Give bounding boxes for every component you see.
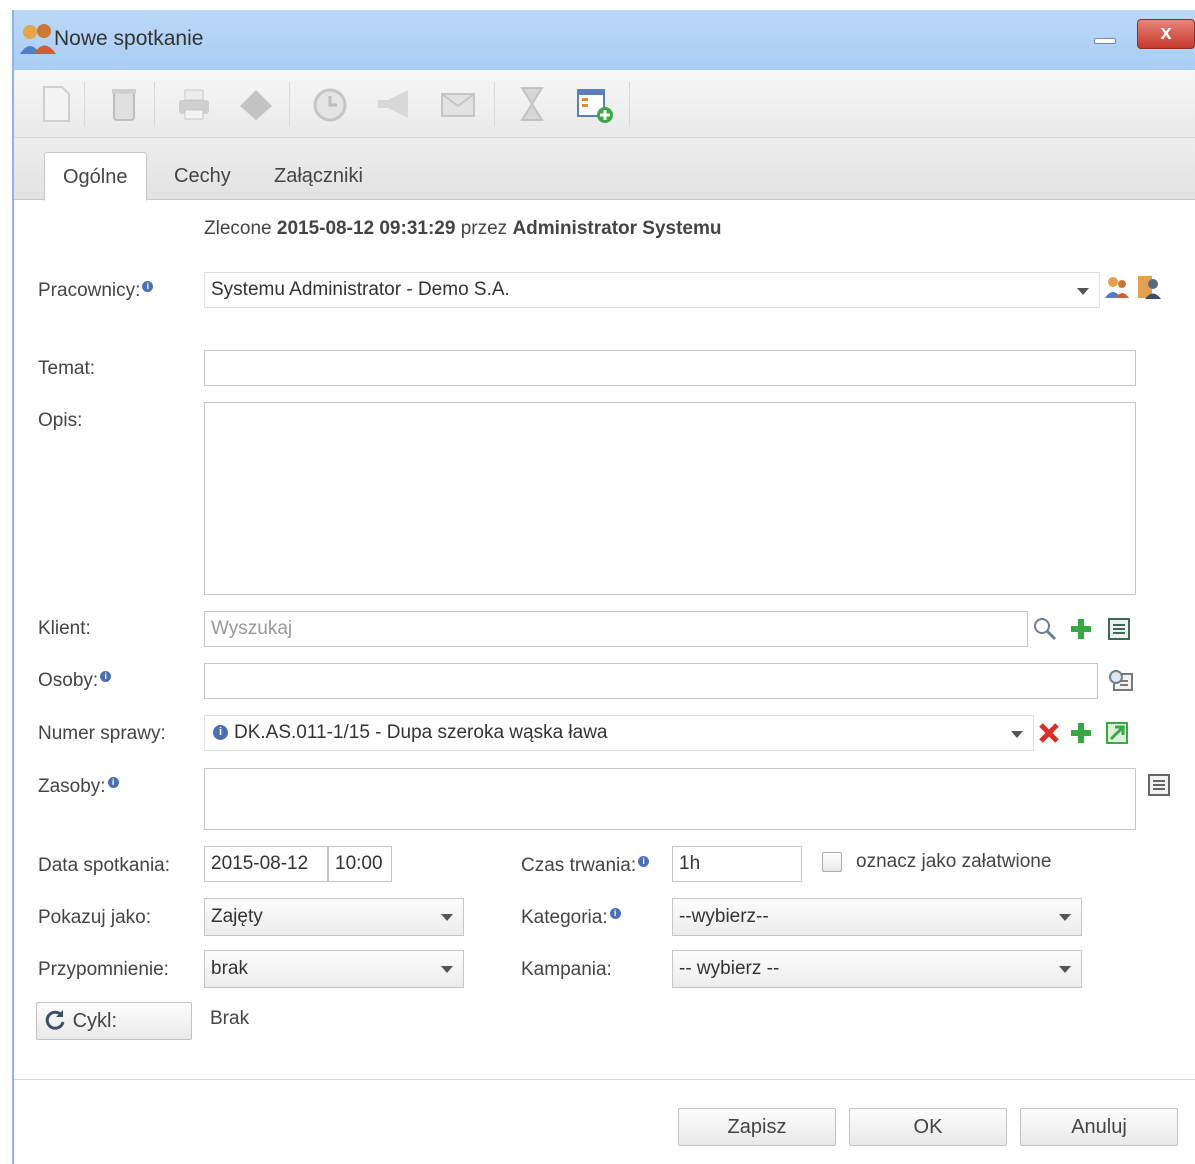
pokazuj-jako-label: Pokazuj jako: [38, 907, 152, 928]
numer-sprawy-label: Numer sprawy: [38, 723, 166, 744]
chevron-down-icon [1011, 731, 1023, 738]
people-icon [20, 24, 56, 54]
user-book-icon[interactable] [1136, 274, 1162, 300]
tab-ogolne[interactable]: Ogólne [44, 152, 147, 201]
cancel-button[interactable]: Anuluj [1020, 1108, 1178, 1146]
tab-bar: Ogólne Cechy Załączniki [14, 138, 1195, 201]
numer-sprawy-value: DK.AS.011-1/15 - Dupa szeroka wąska ława [234, 722, 608, 743]
select-user-icon[interactable] [1104, 274, 1130, 300]
campaign-select[interactable]: -- wybierz -- [672, 950, 1082, 988]
opis-textarea[interactable] [204, 402, 1136, 595]
numer-sprawy-select[interactable]: i DK.AS.011-1/15 - Dupa szeroka wąska ław… [204, 715, 1034, 751]
reminder-select[interactable]: brak [204, 950, 464, 988]
add-icon[interactable] [1068, 720, 1094, 746]
created-prefix: Zlecone [204, 218, 272, 239]
created-by-word: przez [460, 218, 508, 239]
przypomnienie-label: Przypomnienie: [38, 959, 169, 980]
data-spotkania-label: Data spotkania: [38, 855, 171, 876]
go-to-case-icon[interactable] [1104, 720, 1130, 746]
chevron-down-icon [1077, 288, 1089, 295]
klient-search-input[interactable]: Wyszukaj [204, 611, 1028, 647]
mail-icon[interactable] [438, 84, 478, 124]
kampania-label: Kampania: [521, 959, 612, 980]
title-bar: Nowe spotkanie x [14, 10, 1195, 70]
footer-divider [14, 1079, 1195, 1080]
print-icon[interactable] [174, 84, 214, 124]
info-icon: i [100, 670, 112, 682]
cycle-value: Brak [210, 1008, 250, 1029]
osoby-input[interactable] [204, 663, 1098, 699]
refresh-icon [45, 1009, 65, 1030]
date-input[interactable]: 2015-08-12 [204, 846, 328, 882]
kategoria-label: Kategoria: i [521, 907, 621, 929]
cycle-button[interactable]: Cykl: [36, 1002, 192, 1040]
ok-button[interactable]: OK [849, 1108, 1007, 1146]
czas-trwania-label: Czas trwania: i [521, 855, 650, 877]
opis-label: Opis: [38, 410, 83, 431]
alarm-clock-icon[interactable] [310, 84, 350, 124]
list-icon[interactable] [1106, 616, 1132, 642]
info-icon: i [107, 776, 119, 788]
export-icon[interactable] [236, 84, 276, 124]
show-as-select[interactable]: Zajęty [204, 898, 464, 936]
list-icon[interactable] [1146, 772, 1172, 798]
appointment-window: Nowe spotkanie x Ogólne Cechy Załączniki… [12, 10, 1195, 1164]
campaign-value: -- wybierz -- [679, 958, 780, 979]
cycle-button-label: Cykl: [72, 1010, 118, 1032]
pracownicy-select[interactable]: Systemu Administrator - Demo S.A. [204, 272, 1100, 308]
toolbar [14, 70, 1195, 138]
temat-label: Temat: [38, 358, 96, 379]
info-icon: i [609, 907, 621, 919]
tab-cechy[interactable]: Cechy [156, 152, 249, 200]
chevron-down-icon [441, 966, 453, 973]
created-author: Administrator Systemu [512, 218, 722, 239]
megaphone-icon[interactable] [374, 84, 414, 124]
new-document-icon[interactable] [36, 84, 76, 124]
remove-icon[interactable] [1036, 720, 1062, 746]
pracownicy-label: Pracownicy: i [38, 280, 154, 302]
add-window-icon[interactable] [574, 84, 614, 124]
hourglass-icon[interactable] [512, 84, 552, 124]
reminder-value: brak [211, 958, 248, 979]
show-as-value: Zajęty [211, 906, 263, 927]
chevron-down-icon [441, 914, 453, 921]
zasoby-label: Zasoby: i [38, 776, 119, 798]
mark-done-checkbox[interactable] [822, 852, 842, 872]
created-info: Zlecone 2015-08-12 09:31:29 przez Admini… [204, 218, 722, 240]
trash-icon[interactable] [104, 84, 144, 124]
pracownicy-value: Systemu Administrator - Demo S.A. [211, 279, 510, 300]
search-icon[interactable] [1032, 616, 1058, 642]
mark-done-label: oznacz jako załatwione [856, 851, 1052, 872]
add-icon[interactable] [1068, 616, 1094, 642]
temat-input[interactable] [204, 350, 1136, 386]
category-select[interactable]: --wybierz-- [672, 898, 1082, 936]
info-icon[interactable]: i [213, 725, 228, 741]
contacts-icon[interactable] [1108, 668, 1134, 694]
osoby-label: Osoby: i [38, 670, 112, 692]
chevron-down-icon [1059, 914, 1071, 921]
save-button[interactable]: Zapisz [678, 1108, 836, 1146]
close-button[interactable]: x [1137, 19, 1195, 49]
minimize-button[interactable] [1094, 38, 1116, 44]
klient-label: Klient: [38, 618, 91, 639]
info-icon: i [638, 855, 650, 867]
duration-input[interactable]: 1h [672, 846, 802, 882]
tab-zalaczniki[interactable]: Załączniki [256, 152, 381, 200]
info-icon: i [142, 280, 154, 292]
time-input[interactable]: 10:00 [328, 846, 392, 882]
zasoby-input[interactable] [204, 768, 1136, 830]
category-value: --wybierz-- [679, 906, 769, 927]
chevron-down-icon [1059, 966, 1071, 973]
created-date: 2015-08-12 09:31:29 [276, 218, 456, 239]
window-title: Nowe spotkanie [54, 27, 204, 50]
